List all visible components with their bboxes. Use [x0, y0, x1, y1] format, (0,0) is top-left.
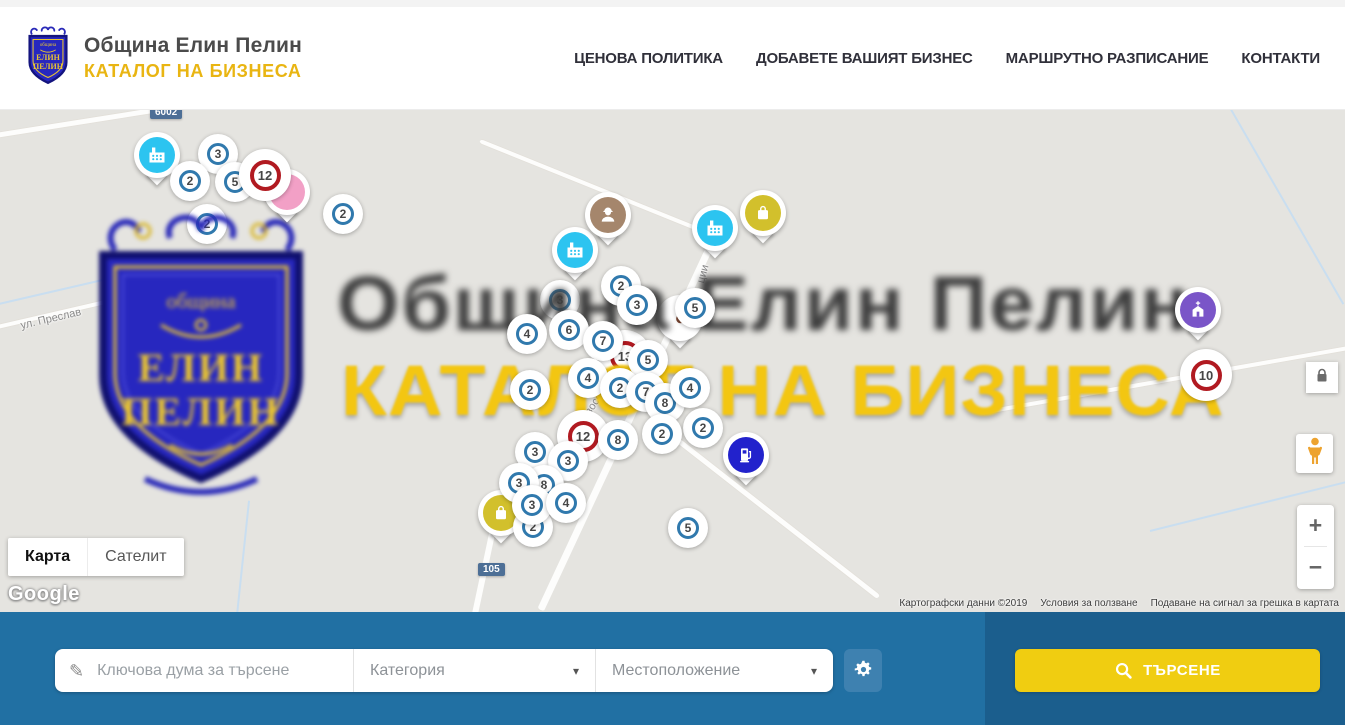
zoom-in-button[interactable]: + [1297, 505, 1334, 546]
main-nav: ЦЕНОВА ПОЛИТИКА ДОБАВЕТЕ ВАШИЯТ БИЗНЕС М… [574, 50, 1320, 67]
zoom-out-button[interactable]: − [1297, 547, 1334, 588]
cluster-marker[interactable]: 5 [668, 508, 708, 548]
svg-text:ПЕЛИН: ПЕЛИН [33, 62, 64, 71]
map-markers: 3251222356475422784212823383234510 [0, 110, 1345, 612]
nav-item-add-business[interactable]: ДОБАВЕТЕ ВАШИЯТ БИЗНЕС [756, 50, 973, 67]
category-select[interactable]: Категория ▾ [353, 649, 595, 692]
municipality-crest-icon: община ЕЛИН ПЕЛИН [25, 26, 71, 91]
location-select[interactable]: Местоположение ▾ [595, 649, 833, 692]
report-map-error-link[interactable]: Подаване на сигнал за грешка в картата [1151, 598, 1339, 609]
lock-control[interactable] [1306, 362, 1338, 393]
nav-item-route-schedule[interactable]: МАРШРУТНО РАЗПИСАНИЕ [1006, 50, 1209, 67]
google-logo[interactable]: Google [8, 583, 80, 606]
gear-icon [853, 659, 874, 683]
map-data-copyright: Картографски данни ©2019 [899, 598, 1027, 609]
search-button-label: ТЪРСЕНЕ [1143, 662, 1221, 679]
location-select-label: Местоположение [612, 662, 740, 680]
category-pin-fuel[interactable] [723, 432, 769, 490]
site-logo[interactable]: община ЕЛИН ПЕЛИН Община Елин Пелин КАТА… [25, 26, 302, 91]
search-icon [1114, 661, 1133, 680]
cluster-marker[interactable]: 2 [170, 161, 210, 201]
category-pin-church[interactable] [1175, 287, 1221, 345]
keyword-field[interactable]: ✎ [55, 649, 353, 692]
pencil-icon: ✎ [69, 662, 84, 680]
cluster-marker[interactable]: 5 [675, 288, 715, 328]
cluster-marker[interactable]: 3 [617, 285, 657, 325]
map-type-control: Карта Сателит [8, 538, 184, 576]
cluster-marker[interactable]: 4 [507, 314, 547, 354]
category-pin-factory[interactable] [692, 205, 738, 263]
map-type-satellite-button[interactable]: Сателит [87, 538, 183, 576]
header: община ЕЛИН ПЕЛИН Община Елин Пелин КАТА… [0, 7, 1345, 110]
cluster-marker[interactable]: 2 [683, 408, 723, 448]
keyword-input[interactable] [95, 661, 339, 681]
site-subtitle: КАТАЛОГ НА БИЗНЕСА [84, 61, 302, 82]
page-top-strip [0, 0, 1345, 7]
chevron-down-icon: ▾ [573, 664, 579, 678]
category-pin-bag[interactable] [740, 190, 786, 248]
advanced-search-button[interactable] [844, 649, 882, 692]
street-view-pegman[interactable] [1296, 434, 1333, 473]
cluster-marker[interactable]: 4 [546, 483, 586, 523]
search-bar: ✎ Категория ▾ Местоположение ▾ ТЪРСЕНЕ [0, 612, 1345, 725]
map-type-map-button[interactable]: Карта [8, 538, 87, 576]
cluster-marker[interactable]: 2 [510, 370, 550, 410]
pegman-icon [1306, 437, 1324, 470]
cluster-marker[interactable]: 7 [583, 321, 623, 361]
nav-item-pricing[interactable]: ЦЕНОВА ПОЛИТИКА [574, 50, 723, 67]
category-select-label: Категория [370, 662, 445, 680]
category-pin-worker[interactable] [585, 192, 631, 250]
cluster-marker[interactable]: 2 [642, 414, 682, 454]
nav-item-contacts[interactable]: КОНТАКТИ [1241, 50, 1320, 67]
cluster-marker[interactable]: 4 [670, 368, 710, 408]
cluster-marker[interactable]: 10 [1180, 349, 1232, 401]
logo-texts: Община Елин Пелин КАТАЛОГ НА БИЗНЕСА [84, 34, 302, 82]
site-title: Община Елин Пелин [84, 34, 302, 58]
cluster-marker[interactable]: 12 [239, 149, 291, 201]
search-button[interactable]: ТЪРСЕНЕ [1015, 649, 1320, 692]
map-attribution: Картографски данни ©2019 Условия за полз… [899, 598, 1339, 609]
lock-icon [1315, 368, 1329, 388]
cluster-marker[interactable]: 8 [598, 420, 638, 460]
cluster-marker[interactable]: 2 [323, 194, 363, 234]
search-fields-group: ✎ Категория ▾ Местоположение ▾ [55, 649, 833, 692]
svg-text:ЕЛИН: ЕЛИН [36, 52, 61, 61]
svg-text:община: община [40, 43, 57, 48]
map-canvas[interactable]: ул. Преслав бул. „Новосел ции 6002 105 2… [0, 110, 1345, 612]
terms-of-use-link[interactable]: Условия за ползване [1040, 598, 1137, 609]
chevron-down-icon: ▾ [811, 664, 817, 678]
zoom-control: + − [1297, 505, 1334, 589]
